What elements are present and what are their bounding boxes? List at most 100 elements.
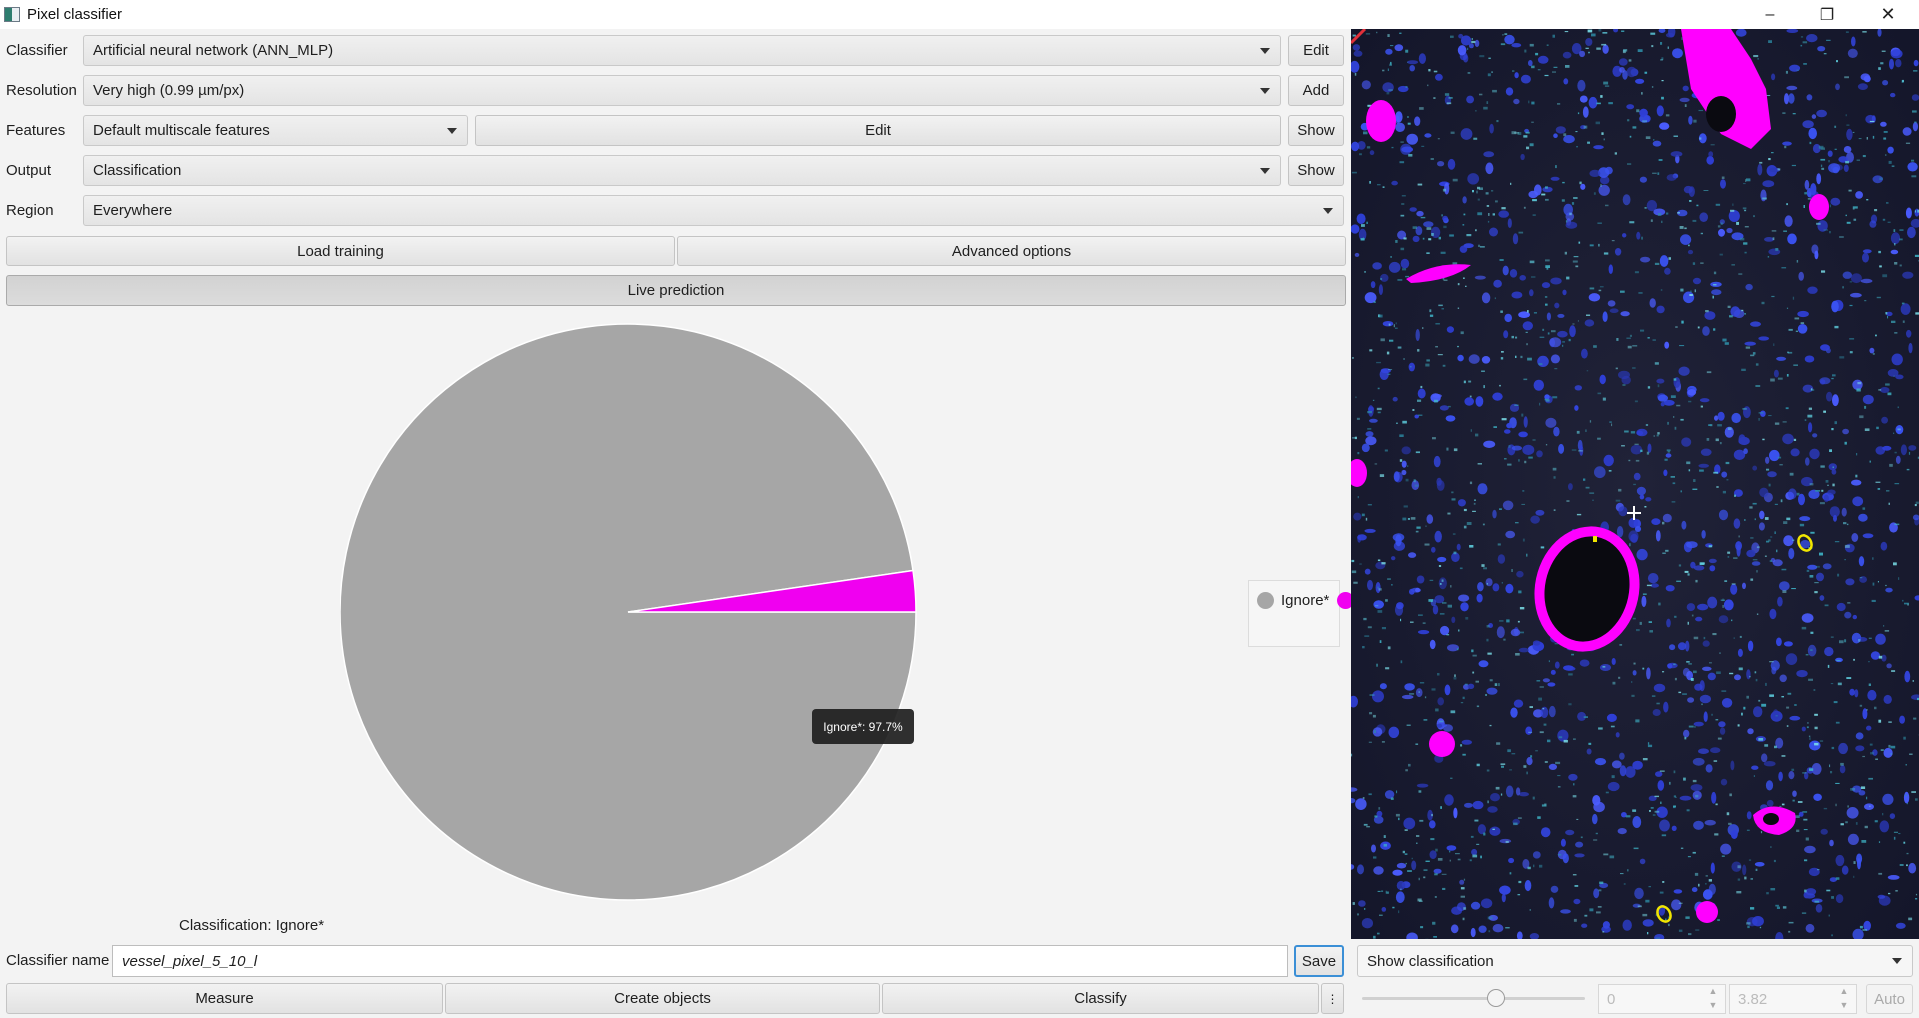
output-show-button[interactable]: Show [1288,155,1344,186]
fiber [1882,813,1884,816]
resolution-combo[interactable]: Very high (0.99 µm/px) [83,75,1281,106]
fiber [1814,900,1820,903]
fiber [1564,31,1569,33]
nucleus [1447,158,1456,170]
fiber [1439,613,1445,615]
load-training-button[interactable]: Load training [6,236,675,266]
fiber [1791,588,1796,590]
fiber [1416,835,1420,837]
fiber [1400,618,1402,622]
fiber [1455,853,1460,855]
nucleus [1518,647,1529,653]
fiber [1809,141,1812,145]
fiber [1773,859,1776,863]
nucleus [1890,232,1901,245]
fiber [1655,937,1660,939]
fiber [1872,135,1875,139]
fiber [1403,358,1405,360]
opacity-slider-track[interactable] [1362,997,1585,1000]
fiber [1914,210,1916,213]
display-mode-combo[interactable]: Show classification [1357,945,1913,977]
fiber [1810,631,1814,634]
features-combo[interactable]: Default multiscale features [83,115,468,146]
fiber [1699,562,1705,565]
nucleus [1701,530,1706,539]
nucleus [1855,745,1865,752]
region-value: Everywhere [93,202,173,219]
fiber [1786,307,1789,309]
classifier-edit-button[interactable]: Edit [1288,35,1344,66]
more-options-button[interactable]: ⋮ [1321,983,1344,1014]
fiber [1659,770,1665,772]
fiber [1835,803,1837,807]
nucleus [1883,694,1892,704]
output-combo[interactable]: Classification [83,155,1281,186]
fiber [1619,644,1623,646]
fiber [1400,660,1403,664]
auto-button[interactable]: Auto [1866,984,1913,1014]
fiber [1676,580,1681,582]
fiber [1512,70,1515,72]
save-button[interactable]: Save [1294,945,1344,977]
nucleus [1432,393,1442,398]
opacity-slider-thumb[interactable] [1486,989,1505,1007]
minimize-icon[interactable]: – [1747,0,1793,29]
max-spinner-arrows-icon[interactable]: ▲ ▼ [1831,984,1857,1014]
fiber [1494,297,1496,300]
nucleus [1814,250,1819,260]
advanced-options-button[interactable]: Advanced options [677,236,1346,266]
fiber [1807,414,1813,418]
fiber [1633,662,1636,665]
fiber [1364,271,1366,273]
nucleus [1548,897,1555,909]
fiber [1523,765,1527,768]
fiber [1887,392,1892,396]
nucleus [1626,66,1637,78]
restore-icon[interactable]: ❐ [1804,0,1850,29]
nucleus [1677,642,1687,651]
measure-button[interactable]: Measure [6,983,443,1014]
nucleus [1887,875,1900,880]
fiber [1730,209,1735,212]
fiber [1415,530,1419,533]
features-edit-button[interactable]: Edit [475,115,1281,146]
region-combo[interactable]: Everywhere [83,195,1344,226]
min-spinner-arrows-icon[interactable]: ▲ ▼ [1700,984,1726,1014]
fiber [1415,743,1419,745]
fiber [1544,761,1548,763]
fiber [1389,339,1394,342]
fiber [1489,679,1493,682]
nucleus [1657,394,1668,402]
nucleus [1852,379,1863,390]
fiber [1642,593,1647,595]
features-show-button[interactable]: Show [1288,115,1344,146]
fiber [1603,853,1609,856]
fiber [1553,476,1556,479]
fiber [1869,120,1875,123]
annotation-point[interactable] [1593,536,1597,542]
fiber [1744,519,1746,521]
fiber [1405,275,1410,278]
nucleus [1490,793,1500,802]
close-icon[interactable]: ✕ [1865,0,1911,29]
nucleus [1467,683,1475,689]
fiber [1853,875,1855,878]
nucleus [1626,104,1635,110]
classifier-combo[interactable]: Artificial neural network (ANN_MLP) [83,35,1281,66]
nucleus [1646,667,1651,680]
nucleus [1602,921,1610,929]
create-objects-button[interactable]: Create objects [445,983,880,1014]
nucleus [1649,298,1656,308]
fiber [1844,544,1850,548]
live-prediction-toggle[interactable]: Live prediction [6,275,1346,306]
fiber [1645,136,1651,139]
image-viewer[interactable] [1351,29,1919,939]
fiber [1882,218,1886,221]
fiber [1805,654,1809,656]
classifier-name-field[interactable]: vessel_pixel_5_10_l [112,945,1288,977]
nucleus [1446,845,1457,851]
fiber [1818,145,1824,149]
resolution-add-button[interactable]: Add [1288,75,1344,106]
fiber [1864,428,1870,431]
classify-button[interactable]: Classify [882,983,1319,1014]
